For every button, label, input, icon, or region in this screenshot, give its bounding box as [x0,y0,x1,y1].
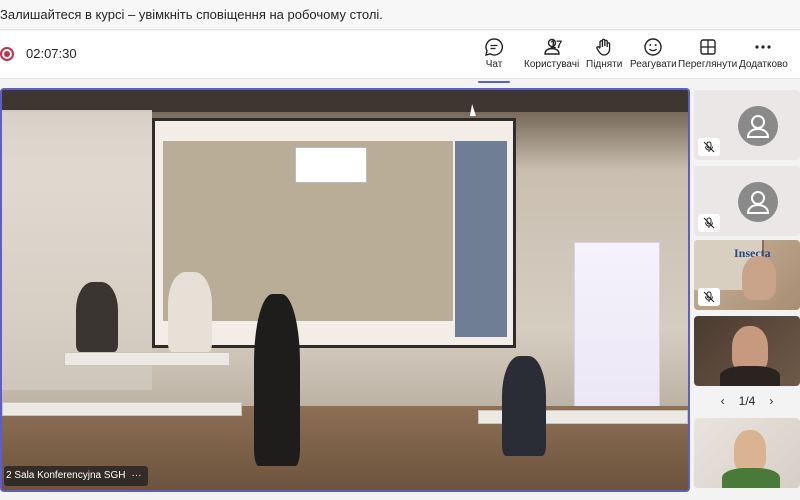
stage-participant-label: 2 Sala Konferencyjna SGH ··· [4,466,148,486]
meeting-toolbar: 02:07:30 Чат 17 Користувачі Підняти Реаг… [0,31,800,83]
notification-text: Залишайтеся в курсі – увімкніть сповіщен… [0,7,383,22]
participant-face [742,256,776,300]
participant-gallery: Insecta ‹ 1/4 › [694,90,800,500]
participant-video-tile[interactable] [694,418,800,488]
people-count: 17 [550,39,563,51]
people-button[interactable]: 17 Користувачі [524,37,579,77]
room-table [64,352,230,366]
more-button[interactable]: Додатково [739,37,788,77]
room-table [2,402,242,416]
person-figure [254,294,300,466]
participant-face [734,430,766,472]
mic-off-icon [698,214,720,232]
participant-tile[interactable] [694,90,800,160]
stage-more-button[interactable]: ··· [132,466,142,486]
mic-off-icon [698,288,720,306]
meeting-timer: 02:07:30 [26,46,77,61]
person-figure [502,356,546,456]
projected-popup [295,147,367,183]
participant-tile[interactable] [694,166,800,236]
react-button[interactable]: Реагувати [630,37,677,77]
raise-hand-button[interactable]: Підняти [586,37,622,77]
stage-participant-name: 2 Sala Konferencyjna SGH [6,470,126,481]
people-label: Користувачі [524,59,580,70]
avatar-icon [738,182,778,222]
notification-banner: Залишайтеся в курсі – увімкніть сповіщен… [0,0,800,30]
view-button[interactable]: Переглянути [678,37,737,77]
pager-status: 1/4 [738,394,756,408]
chat-icon [485,38,503,56]
avatar-icon [738,106,778,146]
projected-sidebar [455,141,507,337]
more-icon [755,45,771,49]
more-label: Додатково [739,59,788,70]
participant-video-tile[interactable]: Insecta [694,240,800,310]
raise-hand-label: Підняти [586,59,623,70]
participant-body [722,468,780,488]
pager-prev-button[interactable]: ‹ [721,394,725,408]
pager-next-button[interactable]: › [769,394,773,408]
ceiling [2,90,688,112]
hand-icon [596,38,611,56]
smile-icon [644,38,663,56]
view-label: Переглянути [678,59,738,70]
chat-label: Чат [485,59,503,70]
participant-body [720,366,780,386]
record-icon [0,47,14,61]
chat-button[interactable]: Чат [478,37,510,83]
person-figure [168,272,212,352]
mic-off-icon [698,138,720,156]
grid-icon [699,39,716,55]
person-figure [76,282,118,352]
participant-video-tile[interactable] [694,316,800,386]
gallery-pager: ‹ 1/4 › [694,390,800,412]
react-label: Реагувати [630,59,677,70]
main-video-stage[interactable]: 2 Sala Konferencyjna SGH ··· [0,88,690,492]
